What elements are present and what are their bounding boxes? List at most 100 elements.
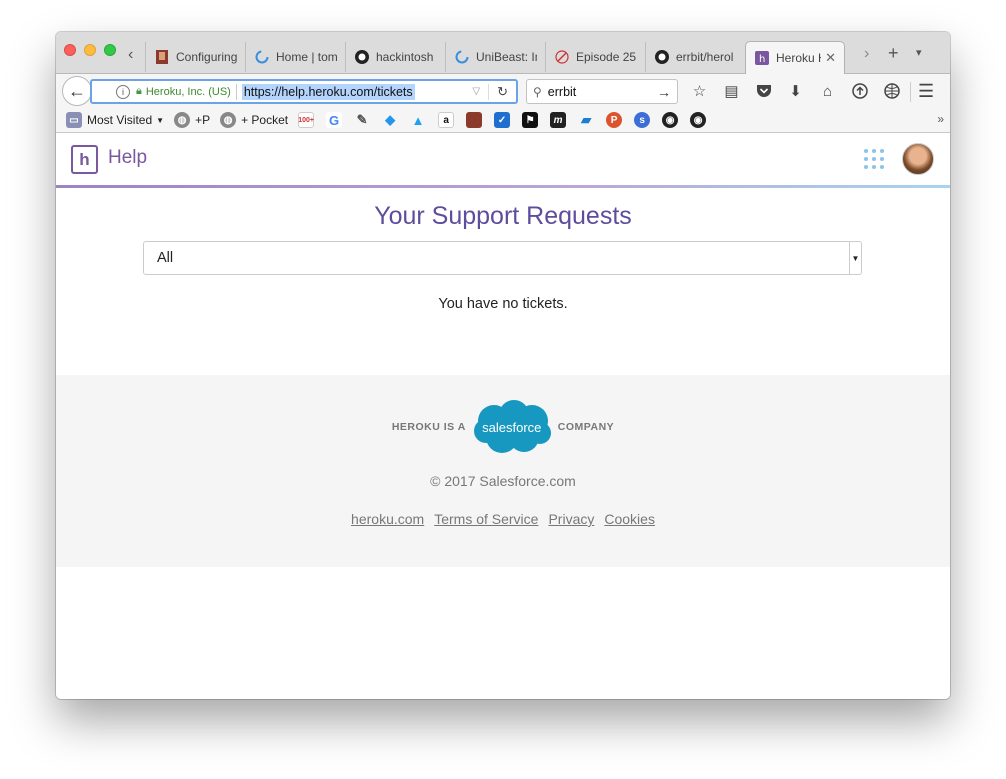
search-go-icon[interactable]: → <box>657 84 671 100</box>
heroku-logo-icon[interactable]: h <box>71 145 98 174</box>
footer-link-heroku[interactable]: heroku.com <box>351 511 424 527</box>
tab-strip: ‹ Configuring Home | tom hackintosh UniB… <box>56 32 950 74</box>
navigation-toolbar: ← i 🔒︎ Heroku, Inc. (US) https://help.he… <box>56 74 950 108</box>
search-query[interactable]: errbit <box>548 85 576 99</box>
download-icon[interactable]: ⬇ <box>784 80 807 102</box>
reading-list-icon[interactable]: ▤ <box>720 80 743 102</box>
docker-icon[interactable]: ◆ <box>382 112 398 128</box>
apps-grid-icon[interactable] <box>864 149 886 169</box>
bookmark-plus-pocket[interactable]: ◍ + Pocket <box>220 112 288 128</box>
hamburger-menu-icon[interactable]: ☰ <box>918 81 934 102</box>
more-bookmarks-icon[interactable]: » <box>937 112 944 126</box>
extension-globe-icon[interactable] <box>880 80 903 102</box>
github-icon <box>354 49 370 65</box>
bookmark-label: Most Visited <box>87 113 153 127</box>
tab-episode-25[interactable]: Episode 25 <box>545 42 645 72</box>
site-footer: HEROKU IS A salesforce COMPANY © 2017 Sa… <box>56 375 950 567</box>
tabs-scroll-left-icon[interactable]: ‹ <box>128 46 133 64</box>
feather-icon[interactable]: ✓ <box>494 112 511 128</box>
tab-title: Home | tom <box>276 50 337 64</box>
github-icon <box>654 49 670 65</box>
footer-link-privacy[interactable]: Privacy <box>548 511 594 527</box>
tab-list: Configuring Home | tom hackintosh UniBea… <box>145 41 845 74</box>
history-dropdown-icon[interactable]: ▽ <box>472 86 480 97</box>
bookmark-most-visited[interactable]: ▭ Most Visited ▼ <box>66 112 164 128</box>
portrait-favicon-icon <box>154 49 170 65</box>
amazon-icon[interactable]: a <box>438 112 455 128</box>
tab-hackintosh[interactable]: hackintosh <box>345 42 445 72</box>
tab-home-tom[interactable]: Home | tom <box>245 42 345 72</box>
github-icon[interactable]: ◉ <box>690 112 707 128</box>
site-header: h Help <box>56 134 950 186</box>
new-tab-icon[interactable]: + <box>888 43 899 64</box>
sync-upload-icon[interactable] <box>848 80 871 102</box>
zoom-window-button[interactable] <box>104 44 116 56</box>
tab-errbit-heroku[interactable]: errbit/herol <box>645 42 745 72</box>
back-button[interactable]: ← <box>62 76 92 106</box>
twitter-icon[interactable]: ▲ <box>410 112 426 128</box>
heroku-icon: h <box>754 50 770 66</box>
tab-title: Episode 25 <box>576 50 637 64</box>
m-script-icon[interactable]: m <box>550 112 567 128</box>
company-text: COMPANY <box>557 421 615 433</box>
google-icon[interactable]: G <box>326 112 343 128</box>
tab-title: errbit/herol <box>676 50 734 64</box>
producthunt-icon[interactable]: P <box>606 112 623 128</box>
filter-selected-value: All <box>157 250 174 266</box>
folder-icon: ▭ <box>66 112 82 128</box>
loading-spinner-icon <box>254 49 270 65</box>
pocket-icon[interactable] <box>752 80 775 102</box>
github-icon[interactable]: ◉ <box>662 112 679 128</box>
pencil-icon <box>554 49 570 65</box>
list-all-tabs-icon[interactable]: ▾ <box>916 46 922 59</box>
toolbar-icons: ☆ ▤ ⬇ ⌂ <box>688 80 903 102</box>
gmail-icon[interactable]: 100+ <box>298 112 315 128</box>
footer-link-terms[interactable]: Terms of Service <box>434 511 538 527</box>
divider <box>235 83 237 100</box>
reload-icon[interactable]: ↻ <box>488 83 516 100</box>
footer-link-cookies[interactable]: Cookies <box>604 511 655 527</box>
globe-icon: ◍ <box>174 112 191 128</box>
home-icon[interactable]: ⌂ <box>816 80 839 102</box>
tab-configuring[interactable]: Configuring <box>145 42 245 72</box>
url-text[interactable]: https://help.heroku.com/tickets <box>241 83 415 100</box>
chevron-down-icon: ▼ <box>156 115 165 125</box>
web-page: h Help Your Support Requests All ▼ You h… <box>56 134 950 699</box>
close-tab-icon[interactable]: ✕ <box>825 50 836 66</box>
header-gradient-line <box>56 185 950 188</box>
arrow-left-icon: ← <box>68 80 86 101</box>
whale-icon[interactable]: ▰ <box>578 112 594 128</box>
flag-icon[interactable]: ⚑ <box>522 112 539 128</box>
help-title-link[interactable]: Help <box>108 147 147 169</box>
close-window-button[interactable] <box>64 44 76 56</box>
s-circle-icon[interactable]: s <box>634 112 651 128</box>
lock-icon: 🔒︎ <box>136 85 142 97</box>
tab-title: Heroku He <box>776 51 821 65</box>
user-avatar[interactable] <box>902 143 934 175</box>
svg-text:h: h <box>759 54 765 65</box>
minimize-window-button[interactable] <box>84 44 96 56</box>
bookmark-label: + Pocket <box>241 113 289 127</box>
globe-icon: ◍ <box>220 112 237 128</box>
site-identity[interactable]: Heroku, Inc. (US) <box>146 86 231 98</box>
url-bar[interactable]: i 🔒︎ Heroku, Inc. (US) https://help.hero… <box>90 79 518 104</box>
tab-heroku-help[interactable]: h Heroku He ✕ <box>745 41 845 74</box>
empty-state-message: You have no tickets. <box>438 296 568 312</box>
tab-title: hackintosh <box>376 50 434 64</box>
copyright-text: © 2017 Salesforce.com <box>430 473 576 489</box>
search-icon: ⚲ <box>533 84 542 99</box>
info-icon[interactable]: i <box>116 84 130 99</box>
tab-unibeast[interactable]: UniBeast: In <box>445 42 545 72</box>
heroku-is-a-text: HEROKU IS A <box>391 421 466 433</box>
select-arrow-icon: ▼ <box>849 242 861 274</box>
bookmark-star-icon[interactable]: ☆ <box>688 80 711 102</box>
ticket-filter-select[interactable]: All ▼ <box>143 241 862 275</box>
bookmark-plus-p[interactable]: ◍ +P <box>174 112 210 128</box>
tabs-scroll-right-icon[interactable]: › <box>864 45 869 63</box>
portrait-bookmark-icon[interactable] <box>466 112 483 128</box>
salesforce-company-badge: HEROKU IS A salesforce COMPANY <box>56 399 950 455</box>
salesforce-logo[interactable]: salesforce <box>472 399 552 455</box>
divider <box>910 82 911 102</box>
wrench-icon[interactable]: ✎ <box>354 112 370 128</box>
search-bar[interactable]: ⚲ errbit → <box>526 79 678 104</box>
